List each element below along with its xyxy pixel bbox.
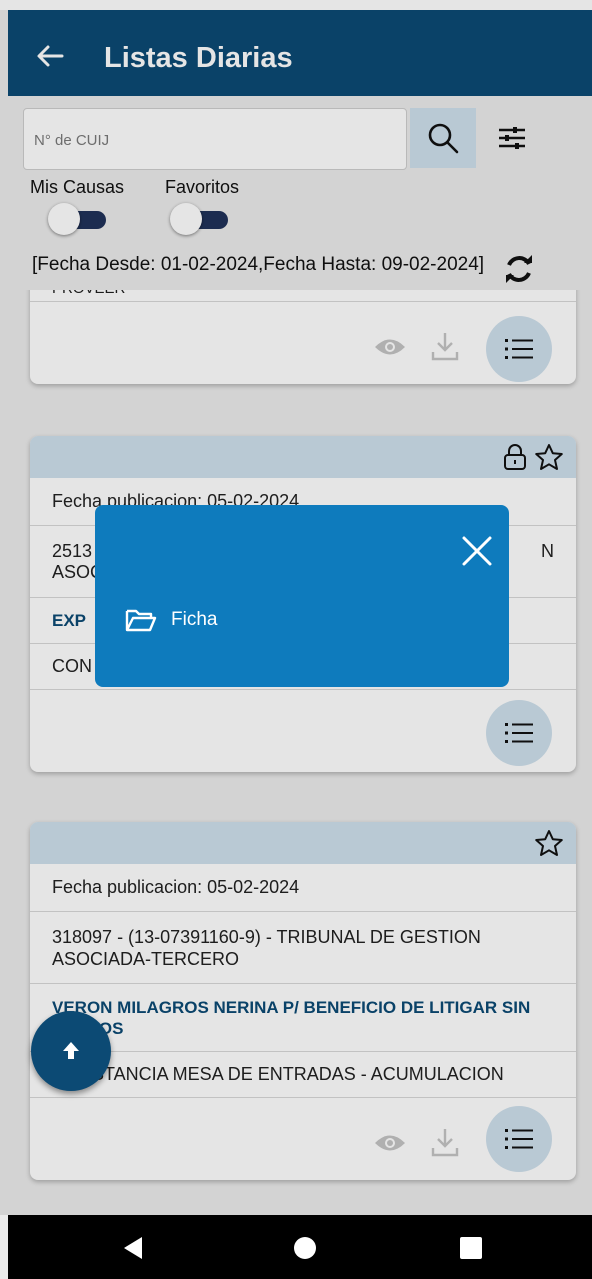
folder-open-icon (125, 609, 157, 632)
actions-popup: Ficha (95, 505, 509, 687)
scroll-top-button[interactable] (31, 1011, 111, 1091)
popup-close-button[interactable] (459, 533, 495, 569)
close-icon (462, 536, 492, 566)
arrow-up-icon (63, 1042, 79, 1059)
popup-item-label: Ficha (171, 609, 218, 630)
nav-home-icon[interactable] (292, 1235, 318, 1261)
system-nav-bar (8, 1215, 592, 1279)
popup-item-ficha[interactable]: Ficha (125, 607, 217, 633)
nav-recents-icon[interactable] (458, 1235, 484, 1261)
nav-back-icon[interactable] (120, 1235, 146, 1261)
